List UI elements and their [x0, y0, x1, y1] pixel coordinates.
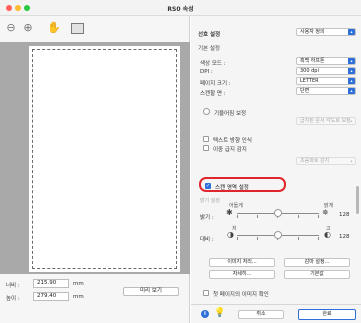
first-page-confirm-checkbox[interactable] [203, 290, 209, 296]
crop-rect-icon[interactable] [71, 23, 84, 34]
brightness-value: 128 [339, 212, 350, 218]
double-feed-mode-select[interactable]: 초음파로 감지 ▴ [296, 157, 356, 165]
chevron-updown-icon: ▴ [348, 88, 355, 94]
scan-area-label: 스캔 영역 설정 [215, 185, 249, 191]
gamma-settings-button[interactable]: 감마 설정... [284, 258, 350, 267]
height-unit: mm [73, 294, 84, 300]
page-size-label: 페이지 크기 : [200, 81, 231, 87]
scan-area-checkbox[interactable]: ✓ [205, 183, 211, 189]
brightness-high-icon: ✵ [322, 208, 329, 217]
width-label: 너비 : [6, 283, 20, 289]
width-unit: mm [73, 281, 84, 287]
hand-icon[interactable]: ✋ [47, 21, 61, 35]
width-input[interactable]: 215.90 [33, 279, 69, 288]
default-button[interactable]: 기본값 [284, 270, 350, 279]
chevron-updown-icon: ▴ [348, 68, 355, 74]
cancel-button[interactable]: 취소 [238, 310, 284, 319]
ok-button[interactable]: 완료 [298, 309, 356, 320]
brightness-slider-thumb[interactable] [274, 209, 282, 217]
page-size-value: LETTER [300, 78, 319, 84]
chevron-updown-icon: ▴ [350, 158, 353, 163]
scan-side-value: 단면 [300, 88, 310, 94]
zoom-in-icon[interactable]: ⊕ [21, 21, 35, 35]
zoom-out-icon[interactable]: ⊖ [4, 21, 18, 35]
double-feed-label: 이중 급지 감지 [213, 147, 247, 153]
preview-pane: ⊖ ⊕ ✋ 너비 : 215.90 mm 높이 : 279.40 mm 미리 보… [0, 16, 190, 323]
basic-settings-label: 기본 설정 [198, 46, 220, 52]
deskew-mode-value: 급지된 문서 각도로 보정 [300, 118, 351, 124]
height-label: 높이 : [6, 296, 20, 302]
double-feed-mode-value: 초음파로 감지 [300, 158, 330, 164]
preset-value: 사용자 정의 [300, 29, 325, 35]
dpi-select[interactable]: 300 dpi ▴ [296, 67, 356, 75]
color-mode-label: 색상 모드 : [200, 61, 226, 67]
preview-canvas[interactable] [0, 42, 190, 274]
chevron-updown-icon: ▴ [348, 58, 355, 64]
deskew-label: 기울어짐 보정 [214, 111, 247, 117]
preview-button[interactable]: 미리 보기 [123, 287, 179, 296]
contrast-high-icon: ◐ [324, 230, 331, 239]
scan-area-frame[interactable] [32, 49, 177, 269]
settings-scrollbar[interactable] [356, 186, 359, 214]
contrast-label: 대비 : [200, 237, 214, 243]
first-page-confirm-label: 첫 페이지의 이미지 확인 [213, 292, 269, 298]
title-bar: RS0 속성 [0, 0, 361, 16]
info-icon[interactable]: i [201, 310, 209, 318]
sliders-section-label: 밝기 설정 [200, 198, 220, 204]
settings-pane: 선호 설정 사용자 정의 ▴ 기본 설정 색상 모드 : 흑백 하프톤 ▴ DP… [191, 16, 361, 323]
brightness-low-icon: ✱ [226, 208, 233, 217]
text-orientation-checkbox[interactable] [203, 136, 209, 142]
preset-select[interactable]: 사용자 정의 ▴ [296, 28, 356, 36]
height-input[interactable]: 279.40 [33, 292, 69, 301]
preset-label: 선호 설정 [198, 32, 221, 38]
color-mode-select[interactable]: 흑백 하프톤 ▴ [296, 57, 356, 65]
detail-button[interactable]: 자세히... [209, 270, 275, 279]
deskew-toggle[interactable] [203, 108, 210, 115]
scan-side-select[interactable]: 단면 ▴ [296, 87, 356, 95]
contrast-low-icon: ◑ [227, 230, 234, 239]
text-orientation-label: 텍스트 방향 인식 [213, 138, 252, 144]
color-mode-value: 흑백 하프톤 [300, 58, 325, 64]
double-feed-checkbox[interactable] [203, 145, 209, 151]
image-processing-button[interactable]: 이미지 처리... [209, 258, 275, 267]
dialog-footer: i 💡 취소 완료 [191, 304, 361, 323]
lightbulb-icon[interactable]: 💡 [214, 308, 225, 318]
chevron-updown-icon: ▴ [350, 118, 353, 123]
window-title: RS0 속성 [167, 6, 194, 13]
contrast-slider-thumb[interactable] [274, 231, 282, 239]
chevron-updown-icon: ▴ [348, 78, 355, 84]
chevron-updown-icon: ▴ [348, 29, 355, 35]
brightness-label: 밝기 : [200, 215, 214, 221]
scan-side-label: 스캔할 면 : [200, 91, 226, 97]
dpi-value: 300 dpi [300, 68, 319, 74]
dpi-label: DPI : [200, 69, 213, 75]
deskew-mode-select[interactable]: 급지된 문서 각도로 보정 ▴ [296, 117, 356, 125]
contrast-value: 128 [339, 234, 350, 240]
page-size-select[interactable]: LETTER ▴ [296, 77, 356, 85]
